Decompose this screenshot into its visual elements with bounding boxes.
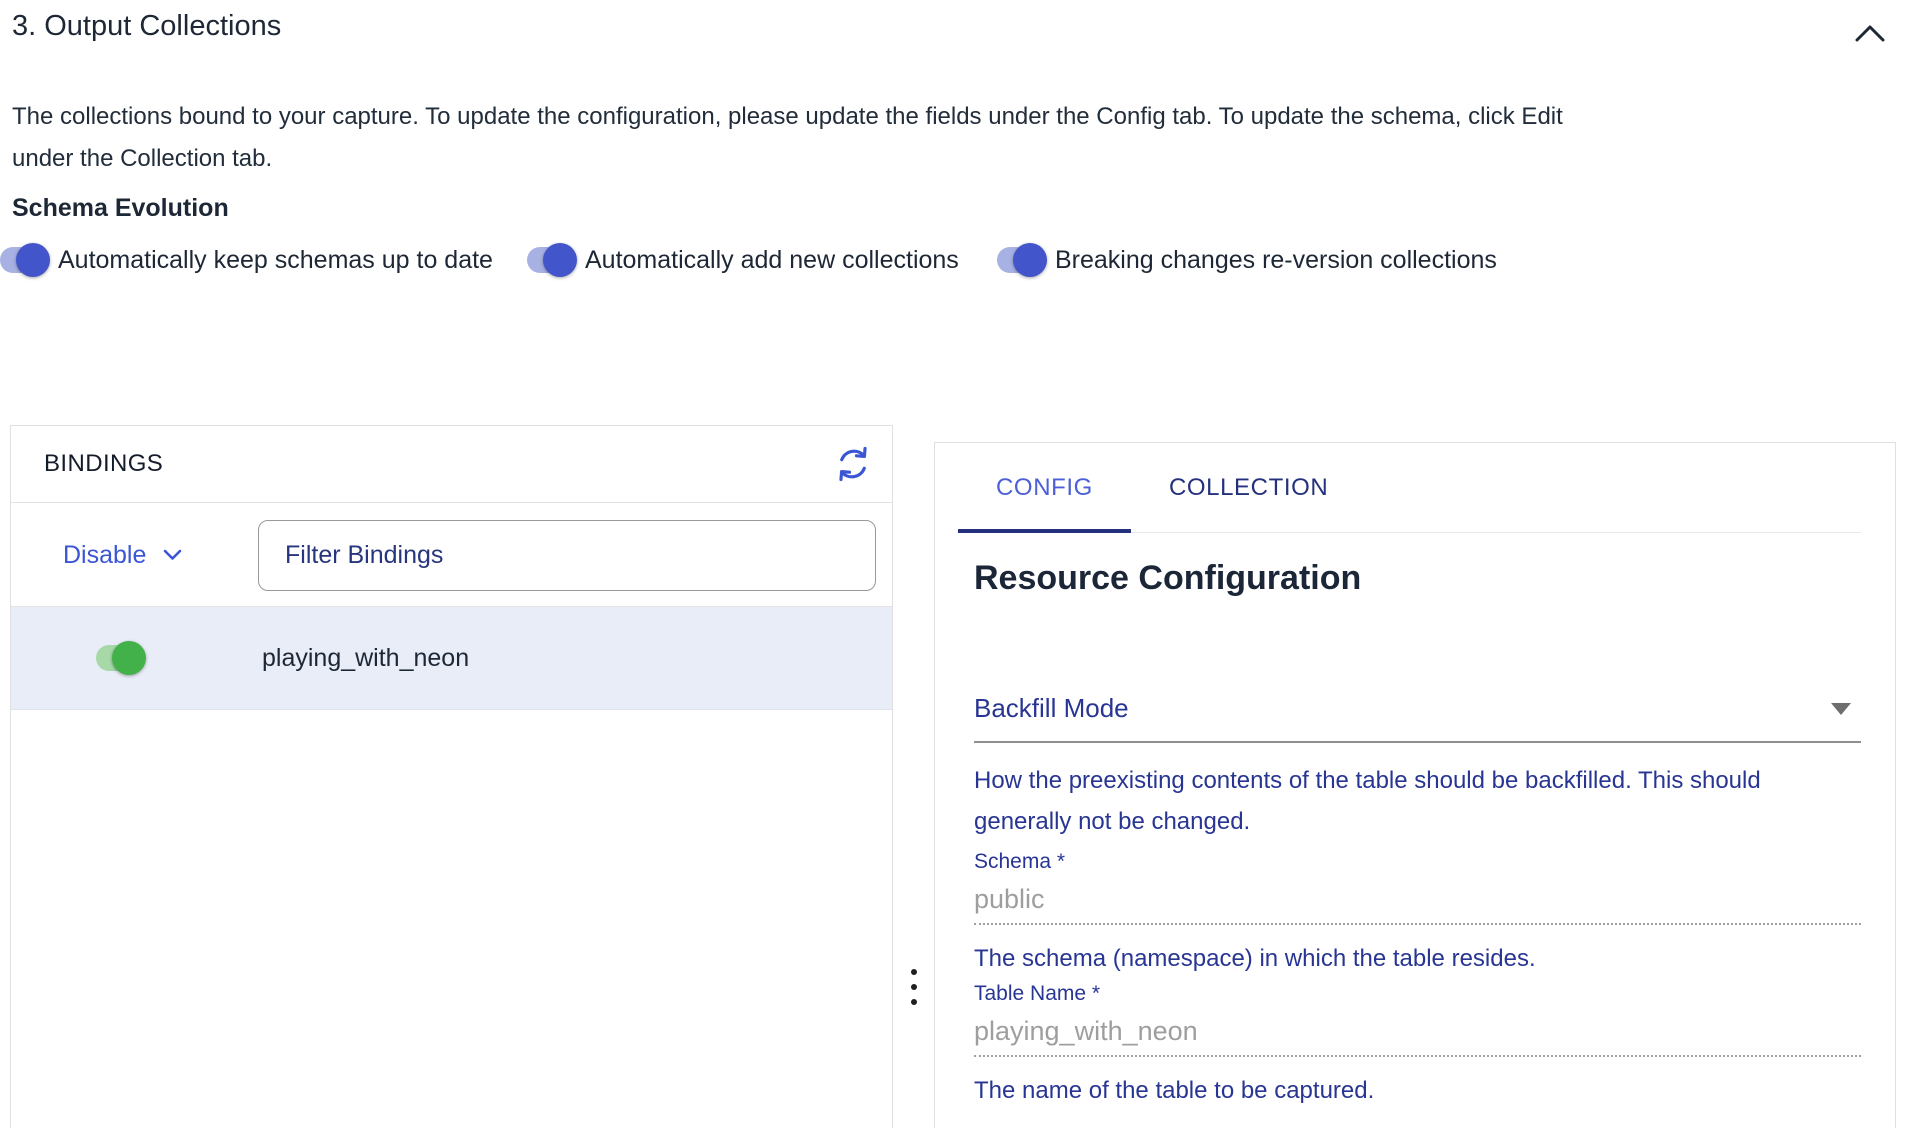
disable-dropdown-label: Disable: [63, 541, 146, 570]
backfill-mode-label: Backfill Mode: [974, 693, 1129, 723]
section-description: The collections bound to your capture. T…: [12, 96, 1577, 180]
schema-description: The schema (namespace) in which the tabl…: [974, 944, 1861, 974]
switch-track: [997, 247, 1043, 273]
backfill-mode-select[interactable]: Backfill Mode: [974, 693, 1861, 743]
bindings-panel: BINDINGS Disable: [10, 425, 893, 1128]
toggle-add-new-collections[interactable]: Automatically add new collections: [527, 241, 959, 279]
backfill-mode-field: Backfill Mode How the preexisting conten…: [974, 693, 1861, 842]
refresh-bindings-button[interactable]: [828, 439, 878, 489]
config-tabbar: CONFIG COLLECTION: [958, 443, 1861, 533]
switch-knob: [16, 243, 50, 277]
drag-dot: [911, 969, 917, 975]
schema-field: Schema * The schema (namespace) in which…: [974, 850, 1861, 974]
chevron-up-icon: [1855, 25, 1885, 42]
toggle-label: Automatically keep schemas up to date: [58, 246, 493, 275]
refresh-icon: [834, 445, 872, 483]
collapse-section-button[interactable]: [1848, 16, 1892, 50]
switch-knob: [1013, 243, 1047, 277]
bindings-panel-header: BINDINGS: [11, 426, 892, 503]
switch-track: [527, 247, 573, 273]
chevron-down-icon: [163, 549, 182, 561]
output-collections-section: 3. Output Collections The collections bo…: [0, 0, 1914, 1128]
toggle-label: Automatically add new collections: [585, 246, 959, 275]
drag-dot: [911, 999, 917, 1005]
disable-dropdown-button[interactable]: Disable: [63, 503, 182, 607]
panel-resize-handle[interactable]: [905, 969, 923, 1005]
config-content: Resource Configuration Backfill Mode How…: [935, 559, 1895, 1106]
schema-input: [974, 884, 1861, 925]
table-name-description: The name of the table to be captured.: [974, 1076, 1861, 1106]
toggle-label: Breaking changes re-version collections: [1055, 246, 1497, 275]
bindings-panel-title: BINDINGS: [44, 450, 163, 478]
tab-collection[interactable]: COLLECTION: [1131, 443, 1366, 532]
filter-bindings-input[interactable]: [258, 520, 876, 591]
switch-knob: [543, 243, 577, 277]
binding-enabled-toggle[interactable]: [96, 645, 142, 671]
table-name-field: Table Name * The name of the table to be…: [974, 982, 1861, 1106]
backfill-mode-description: How the preexisting contents of the tabl…: [974, 760, 1861, 842]
schema-evolution-heading: Schema Evolution: [12, 194, 229, 223]
toggle-breaking-changes-reversion[interactable]: Breaking changes re-version collections: [997, 241, 1497, 279]
drag-dot: [911, 984, 917, 990]
binding-row-playing-with-neon[interactable]: playing_with_neon: [11, 607, 892, 710]
config-panel: CONFIG COLLECTION Resource Configuration…: [934, 442, 1896, 1128]
binding-name: playing_with_neon: [262, 644, 469, 673]
dropdown-arrow-icon: [1831, 703, 1851, 715]
schema-label: Schema *: [974, 850, 1861, 874]
toggle-keep-schemas-up-to-date[interactable]: Automatically keep schemas up to date: [0, 241, 493, 279]
bindings-filter-row: Disable: [11, 503, 892, 607]
switch-knob: [112, 641, 146, 675]
resource-configuration-heading: Resource Configuration: [974, 559, 1861, 598]
switch-track: [0, 247, 46, 273]
tab-config[interactable]: CONFIG: [958, 443, 1131, 532]
table-name-input: [974, 1016, 1861, 1057]
table-name-label: Table Name *: [974, 982, 1861, 1006]
page-title: 3. Output Collections: [12, 10, 281, 43]
